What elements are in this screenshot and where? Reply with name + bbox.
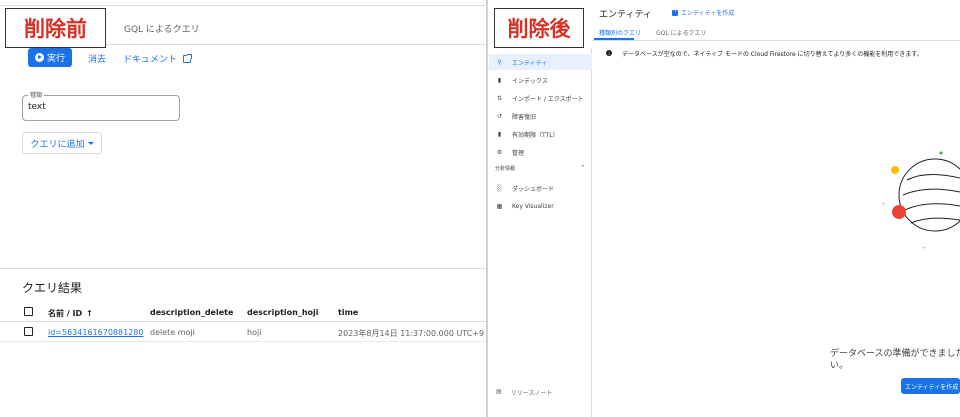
sidebar-item-indexes[interactable]: ▮ インデックス — [489, 72, 592, 88]
database-ready-text: データベースの準備ができました。デ い。 — [830, 348, 960, 372]
documentation-link[interactable]: ドキュメント — [123, 52, 193, 65]
external-link-icon — [183, 53, 193, 63]
create-entity-button[interactable]: エンティティを作成 — [901, 378, 960, 394]
ready-text-line-2: い。 — [830, 361, 849, 371]
index-icon: ▮ — [497, 76, 502, 84]
sidebar-item-label: 有効期限（TTL） — [512, 131, 559, 139]
red-blob — [892, 205, 906, 219]
sidebar-item-admin[interactable]: ⚙ 管理 — [489, 144, 592, 160]
sidebar-item-import-export[interactable]: ⇅ インポート / エクスポート — [489, 90, 592, 106]
globe-circle — [898, 158, 960, 232]
entity-id-link[interactable]: id=5634161670881280 — [48, 328, 143, 337]
sidebar-item-dashboard[interactable]: ░ ダッシュボード — [489, 180, 592, 196]
column-name-id[interactable]: 名前 / ID ↑ — [48, 308, 93, 319]
column-time[interactable]: time — [338, 308, 358, 317]
tabs-divider — [592, 40, 960, 41]
cell-description-hoji: hoji — [247, 328, 262, 337]
gql-query-tab[interactable]: GQL によるクエリ — [124, 22, 200, 35]
trash-icon: ▮ — [497, 130, 502, 138]
history-icon: ↺ — [496, 112, 503, 120]
search-icon: ⚲ — [497, 58, 502, 66]
green-dot — [939, 151, 943, 155]
sidebar-item-disaster-recovery[interactable]: ↺ 障害復旧 — [489, 108, 592, 124]
before-panel: GQL によるクエリ 実行 消去 ドキュメント 種類 text クエリに追加 ク… — [0, 0, 488, 417]
sparkle-icon: + — [921, 245, 926, 252]
sort-up-icon: ↑ — [86, 309, 93, 318]
tab-query-by-kind[interactable]: 種類別のクエリ — [599, 28, 641, 37]
documentation-label: ドキュメント — [123, 55, 178, 65]
tab-gql-query[interactable]: GQL によるクエリ — [656, 28, 706, 37]
chevron-up-icon: ^ — [580, 165, 585, 171]
run-button[interactable]: 実行 — [28, 48, 72, 67]
import-export-icon: ⇅ — [496, 94, 503, 102]
sidebar-item-label: インポート / エクスポート — [512, 95, 584, 103]
after-panel: エンティティ エンティティを作成 種類別のクエリ GQL によるクエリ ⚲ エン… — [489, 0, 960, 417]
ready-text-line-1: データベースの準備ができました。デ — [830, 349, 960, 359]
after-label: 削除後 — [494, 8, 584, 48]
add-to-query-button[interactable]: クエリに追加 — [22, 132, 102, 154]
kind-field-value[interactable]: text — [28, 102, 46, 112]
create-entity-link-label: エンティティを作成 — [681, 10, 735, 17]
sidebar-item-label: Key Visualizer — [512, 202, 554, 210]
sidebar-section-label: 分析情報 — [495, 166, 516, 172]
info-banner: i データベースが空なので、ネイティブ モードの Cloud Firestore… — [592, 46, 960, 60]
grid-icon: ▦ — [496, 202, 503, 210]
run-button-label: 実行 — [47, 54, 66, 64]
sidebar-item-label: 障害復旧 — [512, 113, 537, 121]
sidebar-item-label: ダッシュボード — [512, 185, 555, 193]
table-row: id=5634161670881280 delete moji hoji 202… — [0, 324, 486, 342]
sidebar: ⚲ エンティティ ▮ インデックス ⇅ インポート / エクスポート ↺ 障害復… — [489, 48, 592, 417]
sidebar-item-label: 管理 — [512, 149, 525, 157]
header-divider — [106, 44, 486, 45]
select-all-checkbox[interactable] — [24, 307, 33, 316]
results-divider — [0, 268, 486, 269]
bar-chart-icon: ░ — [497, 184, 502, 192]
release-notes-link[interactable]: ▤ リリースノート — [496, 388, 552, 397]
top-strip — [0, 0, 488, 6]
kind-field-label: 種類 — [28, 90, 45, 99]
info-icon: i — [606, 50, 612, 56]
cell-description-delete: delete moji — [150, 328, 195, 337]
gear-icon: ⚙ — [496, 148, 503, 156]
release-notes-label: リリースノート — [510, 390, 553, 397]
before-label: 削除前 — [5, 8, 106, 48]
table-header: 名前 / ID ↑ description_delete description_… — [0, 304, 486, 322]
yellow-dot — [891, 166, 899, 174]
sidebar-item-label: インデックス — [512, 77, 548, 85]
sidebar-item-key-visualizer[interactable]: ▦ Key Visualizer — [489, 198, 592, 214]
create-entity-link[interactable]: エンティティを作成 — [672, 7, 735, 17]
page-title: エンティティ — [599, 10, 652, 20]
add-icon — [672, 7, 678, 16]
sidebar-item-ttl[interactable]: ▮ 有効期限（TTL） — [489, 126, 592, 142]
sidebar-item-label: エンティティ — [512, 59, 548, 67]
results-title: クエリ結果 — [22, 281, 83, 295]
sidebar-section-insights[interactable]: 分析情報 ^ — [495, 165, 585, 172]
column-description-delete[interactable]: description_delete — [150, 308, 233, 317]
clear-button[interactable]: 消去 — [88, 52, 106, 65]
column-description-hoji[interactable]: description_hoji — [247, 308, 319, 317]
row-checkbox[interactable] — [24, 327, 33, 336]
cell-time: 2023年8月14日 11:37:00.000 UTC+9 — [338, 329, 485, 338]
play-icon — [35, 53, 44, 62]
caret-down-icon — [87, 141, 94, 145]
add-to-query-label: クエリに追加 — [30, 139, 85, 150]
sidebar-item-entities[interactable]: ⚲ エンティティ — [489, 54, 592, 70]
empty-database-illustration: + + — [881, 151, 960, 252]
sparkle-icon: + — [881, 201, 886, 208]
globe-lines — [902, 174, 960, 224]
info-message: データベースが空なので、ネイティブ モードの Cloud Firestore に… — [622, 50, 923, 58]
notes-icon: ▤ — [496, 388, 502, 395]
